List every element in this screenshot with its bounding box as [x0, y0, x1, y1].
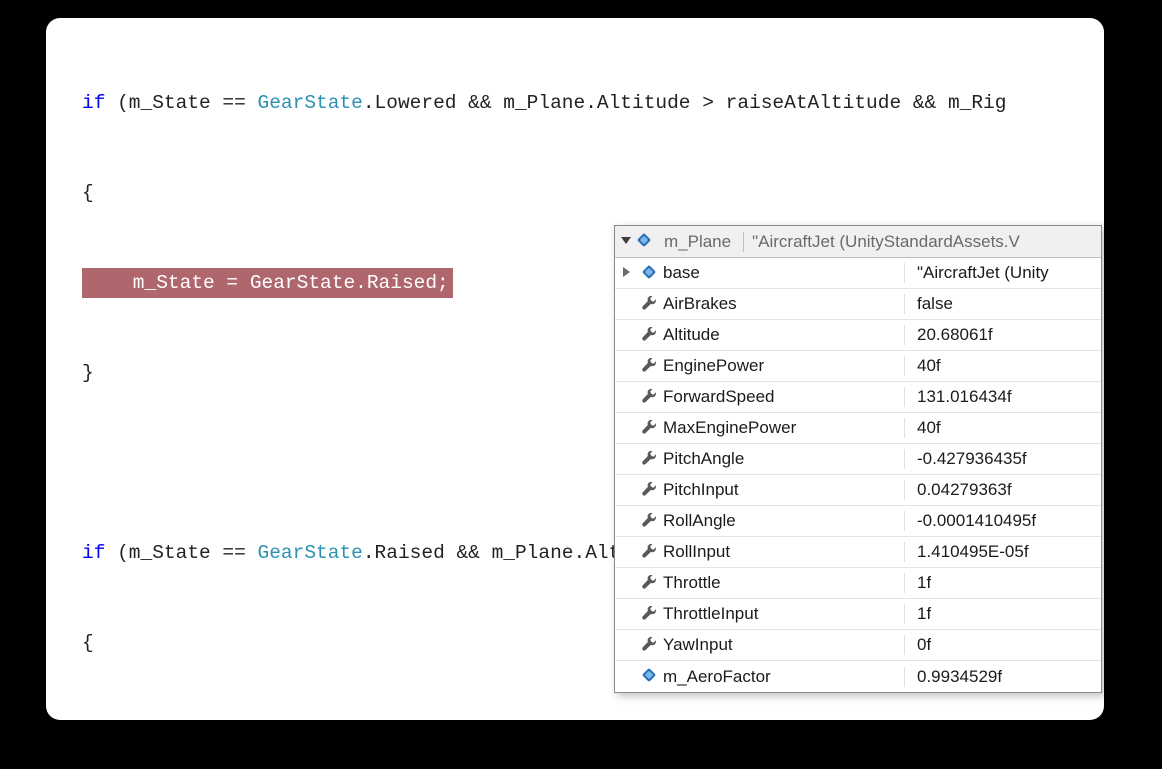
- datatip-variable-type: "AircraftJet (UnityStandardAssets.V: [743, 232, 1020, 252]
- property-icon-wrap: [637, 606, 661, 622]
- datatip-row-value[interactable]: -0.0001410495f: [905, 511, 1036, 531]
- code-line: m_State = GearState.Lowered;: [46, 718, 1104, 720]
- property-icon-wrap: [637, 420, 661, 436]
- field-icon-wrap: [637, 669, 661, 684]
- datatip-row[interactable]: Throttle1f: [615, 568, 1101, 599]
- datatip-row-value[interactable]: 0.9934529f: [905, 667, 1002, 687]
- datatip-row-name: PitchInput: [661, 480, 905, 500]
- property-icon: [641, 606, 657, 622]
- datatip-row[interactable]: AirBrakesfalse: [615, 289, 1101, 320]
- field-icon: [642, 669, 657, 684]
- datatip-row-value[interactable]: 0.04279363f: [905, 480, 1012, 500]
- datatip-row-name: Throttle: [661, 573, 905, 593]
- property-icon: [641, 451, 657, 467]
- datatip-row-value[interactable]: -0.427936435f: [905, 449, 1027, 469]
- code-line: {: [46, 178, 1104, 208]
- datatip-row-name: base: [661, 263, 905, 283]
- code-line: if (m_State == GearState.Lowered && m_Pl…: [46, 88, 1104, 118]
- datatip-row-name: AirBrakes: [661, 294, 905, 314]
- datatip-row[interactable]: EnginePower40f: [615, 351, 1101, 382]
- property-icon: [641, 482, 657, 498]
- datatip-row[interactable]: RollInput1.410495E-05f: [615, 537, 1101, 568]
- property-icon-wrap: [637, 451, 661, 467]
- datatip-row[interactable]: YawInput0f: [615, 630, 1101, 661]
- expand-toggle-icon[interactable]: [621, 237, 631, 244]
- datatip-row[interactable]: ThrottleInput1f: [615, 599, 1101, 630]
- datatip-variable-name: m_Plane: [658, 232, 737, 252]
- property-icon-wrap: [637, 637, 661, 653]
- datatip-row-value[interactable]: "AircraftJet (Unity: [905, 263, 1049, 283]
- datatip-row-name: m_AeroFactor: [661, 667, 905, 687]
- datatip-header[interactable]: m_Plane "AircraftJet (UnityStandardAsset…: [615, 226, 1101, 258]
- datatip-row[interactable]: RollAngle-0.0001410495f: [615, 506, 1101, 537]
- property-icon-wrap: [637, 575, 661, 591]
- datatip-row-name: RollAngle: [661, 511, 905, 531]
- datatip-row-value[interactable]: 1.410495E-05f: [905, 542, 1029, 562]
- property-icon: [641, 327, 657, 343]
- datatip-row-name: MaxEnginePower: [661, 418, 905, 438]
- datatip-row-value[interactable]: 40f: [905, 356, 941, 376]
- datatip-row[interactable]: base"AircraftJet (Unity: [615, 258, 1101, 289]
- property-icon: [641, 544, 657, 560]
- datatip-row-name: ForwardSpeed: [661, 387, 905, 407]
- datatip-row-name: RollInput: [661, 542, 905, 562]
- datatip-row-name: PitchAngle: [661, 449, 905, 469]
- property-icon: [641, 637, 657, 653]
- datatip-row-value[interactable]: false: [905, 294, 953, 314]
- property-icon-wrap: [637, 513, 661, 529]
- datatip-row-name: Altitude: [661, 325, 905, 345]
- datatip-row[interactable]: PitchAngle-0.427936435f: [615, 444, 1101, 475]
- property-icon: [641, 575, 657, 591]
- field-icon: [642, 266, 657, 281]
- code-text: (m_State ==: [105, 542, 257, 564]
- code-text: (m_State ==: [105, 92, 257, 114]
- datatip-row-value[interactable]: 20.68061f: [905, 325, 993, 345]
- datatip-row[interactable]: MaxEnginePower40f: [615, 413, 1101, 444]
- breakpoint-line[interactable]: m_State = GearState.Raised;: [82, 268, 453, 298]
- editor-window: if (m_State == GearState.Lowered && m_Pl…: [46, 18, 1104, 720]
- debugger-datatip[interactable]: m_Plane "AircraftJet (UnityStandardAsset…: [614, 225, 1102, 693]
- datatip-row-value[interactable]: 40f: [905, 418, 941, 438]
- property-icon-wrap: [637, 544, 661, 560]
- expand-toggle[interactable]: [615, 267, 637, 280]
- datatip-row-name: YawInput: [661, 635, 905, 655]
- property-icon-wrap: [637, 358, 661, 374]
- datatip-row[interactable]: m_AeroFactor0.9934529f: [615, 661, 1101, 692]
- property-icon: [641, 513, 657, 529]
- code-text: .Lowered && m_Plane.Altitude > raiseAtAl…: [363, 92, 1007, 114]
- keyword: if: [82, 92, 105, 114]
- property-icon-wrap: [637, 389, 661, 405]
- property-icon-wrap: [637, 482, 661, 498]
- datatip-body: base"AircraftJet (UnityAirBrakesfalseAlt…: [615, 258, 1101, 692]
- property-icon-wrap: [637, 327, 661, 343]
- field-icon-wrap: [637, 266, 661, 281]
- keyword: if: [82, 542, 105, 564]
- datatip-row-name: EnginePower: [661, 356, 905, 376]
- datatip-row-value[interactable]: 1f: [905, 573, 931, 593]
- property-icon: [641, 420, 657, 436]
- chevron-right-icon[interactable]: [623, 267, 630, 277]
- property-icon: [641, 296, 657, 312]
- datatip-row-value[interactable]: 131.016434f: [905, 387, 1012, 407]
- datatip-row-name: ThrottleInput: [661, 604, 905, 624]
- datatip-row-value[interactable]: 0f: [905, 635, 931, 655]
- property-icon: [641, 389, 657, 405]
- property-icon-wrap: [637, 296, 661, 312]
- type-name: GearState: [258, 92, 363, 114]
- datatip-row[interactable]: Altitude20.68061f: [615, 320, 1101, 351]
- property-icon: [641, 358, 657, 374]
- datatip-row[interactable]: ForwardSpeed131.016434f: [615, 382, 1101, 413]
- type-name: GearState: [258, 542, 363, 564]
- object-icon: [637, 234, 652, 249]
- datatip-row-value[interactable]: 1f: [905, 604, 931, 624]
- datatip-row[interactable]: PitchInput0.04279363f: [615, 475, 1101, 506]
